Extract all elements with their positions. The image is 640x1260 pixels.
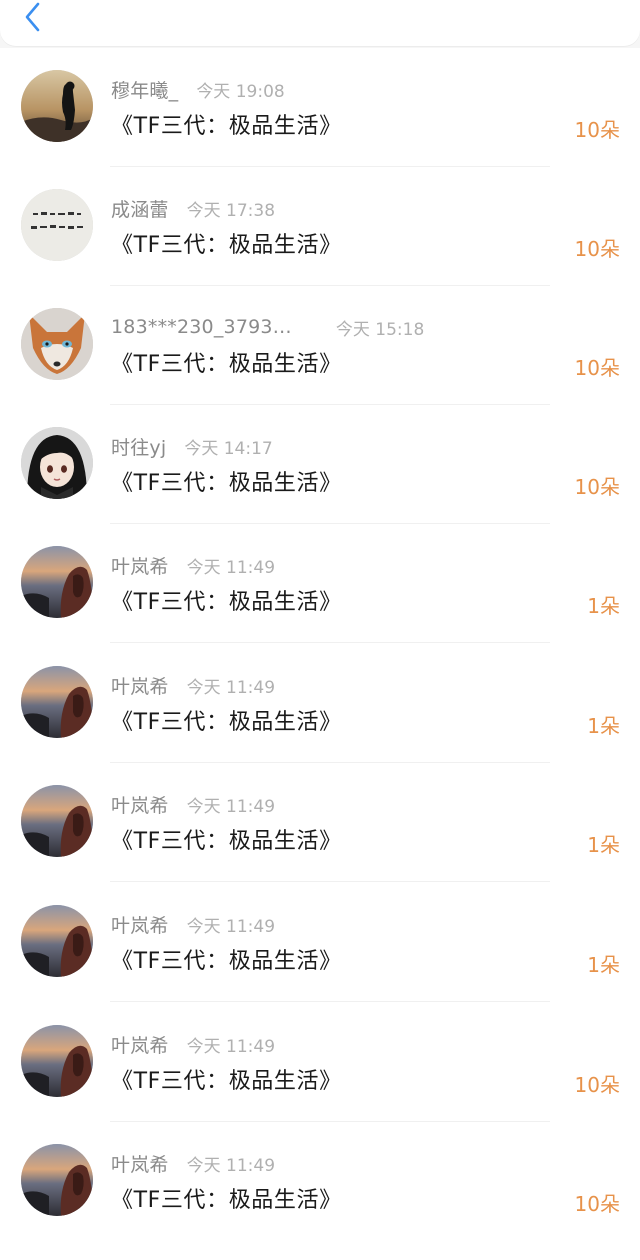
timestamp: 今天 19:08 [196, 81, 285, 102]
back-button[interactable] [16, 0, 50, 34]
avatar[interactable] [21, 70, 93, 142]
avatar[interactable] [21, 785, 93, 857]
work-title[interactable]: 《TF三代：极品生活》 [111, 1063, 342, 1095]
timestamp: 今天 11:49 [186, 1036, 276, 1057]
list-item[interactable]: 穆年曦_ 今天 19:08 《TF三代：极品生活》 10朵 [0, 48, 640, 167]
timestamp: 今天 11:49 [186, 916, 276, 937]
gift-amount: 10朵 [574, 1073, 620, 1097]
timestamp: 今天 11:49 [186, 557, 276, 578]
list-item[interactable]: 叶岚希 今天 11:49 《TF三代：极品生活》 1朵 [0, 524, 640, 643]
username[interactable]: 叶岚希 [111, 552, 169, 579]
gift-amount: 10朵 [574, 237, 620, 261]
gift-amount: 10朵 [574, 356, 620, 380]
divider [110, 1001, 550, 1002]
list-item[interactable]: 叶岚希 今天 11:49 《TF三代：极品生活》 1朵 [0, 763, 640, 882]
timestamp: 今天 14:17 [184, 438, 273, 459]
chevron-left-icon [25, 2, 40, 32]
avatar[interactable] [21, 1025, 93, 1097]
avatar[interactable] [21, 189, 93, 261]
avatar[interactable] [21, 905, 93, 977]
timestamp: 今天 11:49 [186, 796, 276, 817]
work-title[interactable]: 《TF三代：极品生活》 [111, 108, 342, 140]
avatar[interactable] [21, 427, 93, 499]
username[interactable]: 叶岚希 [111, 911, 169, 938]
list-item[interactable]: 叶岚希 今天 11:49 《TF三代：极品生活》 10朵 [0, 1003, 640, 1122]
record-meta: 叶岚希 今天 11:49 [111, 1150, 275, 1176]
divider [110, 642, 550, 643]
username[interactable]: 穆年曦_ [111, 76, 178, 103]
gift-amount: 10朵 [574, 475, 620, 499]
username[interactable]: 叶岚希 [111, 791, 169, 818]
username[interactable]: 183***230_3793… [111, 316, 292, 338]
work-title[interactable]: 《TF三代：极品生活》 [111, 943, 342, 975]
work-title[interactable]: 《TF三代：极品生活》 [111, 823, 342, 855]
record-meta: 叶岚希 今天 11:49 [111, 672, 275, 698]
username[interactable]: 叶岚希 [111, 1150, 169, 1177]
gift-amount: 10朵 [574, 118, 620, 142]
timestamp: 今天 11:49 [186, 1155, 276, 1176]
list-item[interactable]: 叶岚希 今天 11:49 《TF三代：极品生活》 1朵 [0, 644, 640, 763]
record-meta: 叶岚希 今天 11:49 [111, 552, 275, 578]
gift-amount: 1朵 [587, 833, 620, 857]
record-meta: 穆年曦_ 今天 19:08 [111, 76, 285, 102]
gift-amount: 10朵 [574, 1192, 620, 1216]
gift-amount: 1朵 [587, 714, 620, 738]
record-meta: 成涵蕾 今天 17:38 [111, 195, 275, 221]
timestamp: 今天 15:18 [335, 319, 425, 340]
record-meta: 时往yj 今天 14:17 [111, 433, 273, 459]
gift-amount: 1朵 [587, 594, 620, 618]
work-title[interactable]: 《TF三代：极品生活》 [111, 346, 342, 378]
work-title[interactable]: 《TF三代：极品生活》 [111, 1182, 342, 1214]
top-bar [0, 0, 640, 46]
gift-record-list: 穆年曦_ 今天 19:08 《TF三代：极品生活》 10朵 成涵蕾 今天 17:… [0, 48, 640, 1260]
work-title[interactable]: 《TF三代：极品生活》 [111, 465, 342, 497]
avatar[interactable] [21, 546, 93, 618]
list-item[interactable]: 成涵蕾 今天 17:38 《TF三代：极品生活》 10朵 [0, 167, 640, 286]
list-item[interactable]: 183***230_3793… 今天 15:18 《TF三代：极品生活》 10朵 [0, 286, 640, 405]
record-meta: 叶岚希 今天 11:49 [111, 911, 275, 937]
record-meta: 叶岚希 今天 11:49 [111, 1031, 275, 1057]
username[interactable]: 叶岚希 [111, 672, 169, 699]
timestamp: 今天 17:38 [186, 200, 276, 221]
divider [110, 881, 550, 882]
record-meta: 叶岚希 今天 11:49 [111, 791, 275, 817]
record-meta: 183***230_3793… 今天 15:18 [111, 314, 424, 340]
work-title[interactable]: 《TF三代：极品生活》 [111, 227, 342, 259]
list-item[interactable]: 叶岚希 今天 11:49 《TF三代：极品生活》 1朵 [0, 883, 640, 1002]
avatar[interactable] [21, 1144, 93, 1216]
username[interactable]: 叶岚希 [111, 1031, 169, 1058]
username[interactable]: 成涵蕾 [111, 195, 169, 222]
work-title[interactable]: 《TF三代：极品生活》 [111, 584, 342, 616]
timestamp: 今天 11:49 [186, 677, 276, 698]
avatar[interactable] [21, 308, 93, 380]
username[interactable]: 时往yj [111, 433, 166, 460]
gift-amount: 1朵 [587, 953, 620, 977]
avatar[interactable] [21, 666, 93, 738]
list-item[interactable]: 时往yj 今天 14:17 《TF三代：极品生活》 10朵 [0, 405, 640, 524]
list-item[interactable]: 叶岚希 今天 11:49 《TF三代：极品生活》 10朵 [0, 1122, 640, 1241]
work-title[interactable]: 《TF三代：极品生活》 [111, 704, 342, 736]
